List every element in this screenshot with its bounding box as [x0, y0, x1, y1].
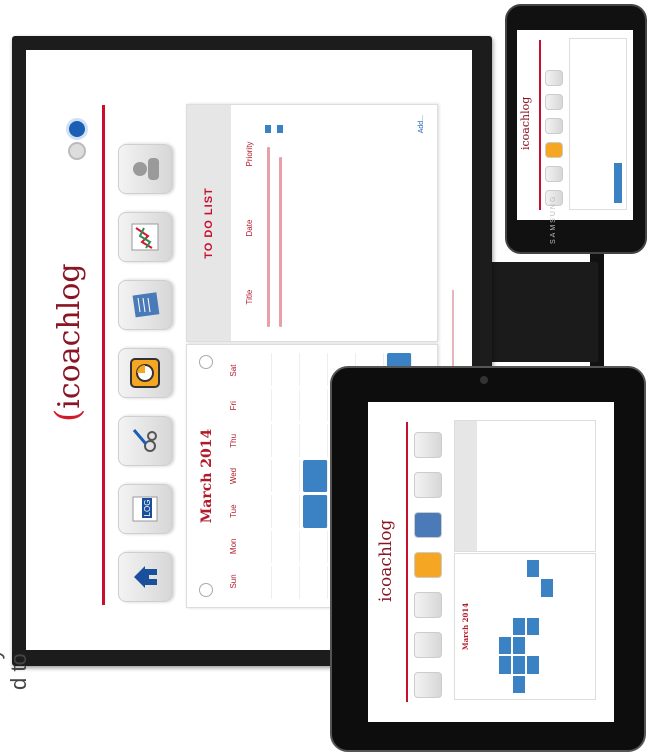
calendar-day[interactable]	[303, 424, 328, 457]
add-todo-link[interactable]: Add...	[418, 115, 425, 133]
phone-event-block[interactable]	[614, 163, 622, 203]
phone-notes-tile[interactable]	[545, 118, 563, 134]
chart-tile-button[interactable]	[118, 212, 172, 262]
log-icon-label: LOG	[143, 500, 152, 517]
side-caption: very d to	[0, 550, 32, 690]
todo-row[interactable]	[267, 147, 270, 327]
tablet-todo-header	[455, 421, 477, 551]
calendar-day[interactable]	[247, 424, 272, 457]
calendar-day[interactable]	[275, 353, 300, 386]
log-icon: LOG	[132, 496, 158, 522]
tools-icon	[132, 429, 157, 452]
phone-header-divider	[539, 40, 541, 210]
calendar-day[interactable]	[275, 495, 300, 528]
notes-tile-button[interactable]	[118, 280, 172, 330]
calendar-day[interactable]	[275, 459, 300, 493]
weekday-label: Fri	[229, 401, 238, 411]
phone-chart-tile[interactable]	[545, 94, 563, 110]
tablet-tools-tile[interactable]	[414, 592, 442, 618]
tablet-camera	[480, 376, 488, 384]
tablet-pie-tile[interactable]	[414, 552, 442, 578]
settings-icon[interactable]	[68, 142, 86, 160]
home-tile-button[interactable]	[118, 552, 172, 602]
user-icon	[133, 158, 159, 180]
calendar-day[interactable]	[275, 530, 300, 564]
log-tile-button[interactable]: LOG	[118, 484, 172, 534]
tablet-header-divider	[406, 422, 408, 702]
pie-chart-icon	[130, 358, 160, 388]
todo-title: TO DO LIST	[187, 105, 231, 341]
edit-icon[interactable]	[277, 125, 283, 133]
weekday-label: Sat	[229, 364, 238, 377]
weekday-label: Mon	[229, 538, 238, 555]
calendar-day-event[interactable]	[303, 459, 328, 493]
calendar-title: March 2014	[199, 428, 215, 524]
phone-brand: SAMSUNG	[550, 194, 557, 244]
phone-content-panel	[569, 38, 627, 210]
calendar-day[interactable]	[247, 459, 272, 493]
tablet-todo-panel	[454, 420, 596, 552]
todo-columns: Title Date Priority	[245, 115, 254, 331]
todo-column-date: Date	[245, 219, 254, 237]
tablet-calendar-title: March 2014	[461, 602, 470, 651]
power-icon[interactable]	[66, 118, 88, 140]
weekday-label: Sun	[229, 574, 238, 589]
tablet-log-tile[interactable]	[414, 632, 442, 658]
todo-row[interactable]	[279, 157, 282, 327]
tablet-home-tile[interactable]	[414, 672, 442, 698]
calendar-day[interactable]	[247, 566, 272, 599]
calendar-day[interactable]	[247, 530, 272, 564]
phone-app: icoachlog	[517, 30, 633, 220]
pie-tile-button[interactable]	[118, 348, 172, 398]
calendar-day[interactable]	[247, 353, 272, 386]
home-icon	[134, 566, 157, 588]
monitor-stand	[488, 262, 598, 362]
tablet-calendar-grid	[485, 560, 553, 693]
tablet-app-logo: icoachlog	[376, 519, 396, 602]
side-caption-line: d to	[6, 653, 31, 690]
weekday-label: Thu	[229, 433, 238, 448]
calendar-day[interactable]	[247, 388, 272, 422]
todo-column-title: Title	[245, 289, 254, 305]
calendar-day[interactable]	[303, 353, 328, 386]
phone-app-logo: icoachlog	[519, 96, 532, 150]
calendar-day[interactable]	[275, 566, 300, 599]
tablet-calendar-panel: March 2014	[454, 553, 596, 700]
header-divider	[102, 105, 105, 605]
line-chart-icon	[131, 223, 159, 251]
phone-pie-tile[interactable]	[545, 142, 563, 158]
calendar-day[interactable]	[303, 566, 328, 599]
weekday-label: Wed	[229, 467, 238, 485]
todo-column-priority: Priority	[245, 141, 254, 167]
calendar-day[interactable]	[247, 495, 272, 528]
tablet-app: icoachlog March 2014	[368, 402, 614, 722]
calendar-weekdays: Sun Mon Tue Wed Thu Fri Sat	[229, 353, 238, 599]
notes-icon	[132, 292, 160, 318]
app-logo[interactable]: (icoachlog	[48, 263, 88, 422]
phone-profile-tile[interactable]	[545, 70, 563, 86]
edit-icon[interactable]	[265, 125, 271, 133]
tablet-screen: icoachlog March 2014	[368, 402, 614, 722]
todo-panel: TO DO LIST Title Date Priority Add...	[186, 104, 438, 342]
weekday-label: Tue	[229, 504, 238, 518]
calendar-day[interactable]	[275, 424, 300, 457]
next-month-button[interactable]	[199, 355, 213, 369]
calendar-day-event[interactable]	[303, 495, 328, 528]
tablet-chart-tile[interactable]	[414, 472, 442, 498]
phone-screen: icoachlog	[517, 30, 633, 220]
tools-tile-button[interactable]	[118, 416, 172, 466]
profile-tile-button[interactable]	[118, 144, 172, 194]
tablet-notes-tile[interactable]	[414, 512, 442, 538]
calendar-day[interactable]	[275, 388, 300, 422]
calendar-day[interactable]	[303, 530, 328, 564]
calendar-day[interactable]	[303, 388, 328, 422]
tablet-profile-tile[interactable]	[414, 432, 442, 458]
